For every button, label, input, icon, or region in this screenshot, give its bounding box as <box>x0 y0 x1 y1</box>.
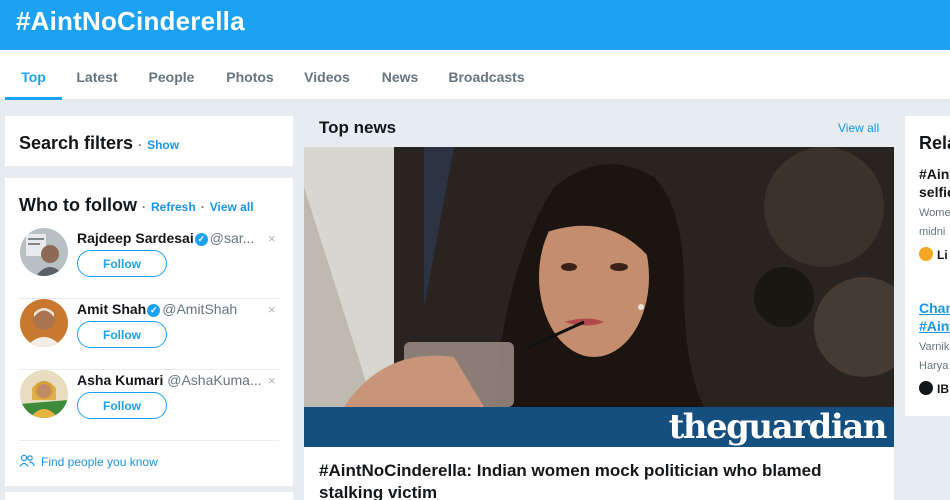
related-item-title[interactable]: #Aint <box>919 166 950 182</box>
related-item-text: Wome <box>919 207 950 219</box>
user-handle[interactable]: @AmitShah <box>162 301 237 317</box>
related-source-name: Li <box>937 248 948 262</box>
dismiss-icon[interactable]: × <box>268 373 276 388</box>
avatar[interactable] <box>20 370 68 418</box>
avatar[interactable] <box>20 299 68 347</box>
related-item-title[interactable]: Chan <box>919 300 950 316</box>
follow-button[interactable]: Follow <box>77 321 167 348</box>
news-headline[interactable]: #AintNoCinderella: Indian women mock pol… <box>319 460 879 500</box>
top-news-view-all-link[interactable]: View all <box>838 121 879 135</box>
search-tabs: Top Latest People Photos Videos News Bro… <box>0 50 950 100</box>
next-card <box>5 492 293 500</box>
top-news-card[interactable]: theguardian #AintNoCinderella: Indian wo… <box>304 147 894 500</box>
separator-dot: · <box>200 200 205 214</box>
tab-photos[interactable]: Photos <box>220 50 280 100</box>
avatar[interactable] <box>20 228 68 276</box>
related-item-title[interactable]: #Aint <box>919 318 950 334</box>
who-to-follow-title: Who to follow <box>19 195 137 215</box>
related-item-text: midni <box>919 226 946 238</box>
top-news-title: Top news <box>319 118 397 137</box>
user-name[interactable]: Rajdeep Sardesai <box>77 230 194 246</box>
divider <box>19 440 279 441</box>
user-name-line: Asha Kumari @AshaKuma... <box>77 372 262 388</box>
dismiss-icon[interactable]: × <box>268 231 276 246</box>
user-name-line: Rajdeep Sardesai ✓ @sar... <box>77 230 254 246</box>
people-icon <box>19 454 35 467</box>
tab-videos[interactable]: Videos <box>297 50 357 100</box>
related-card: Rela #Aint selfie Wome midni Li Chan #Ai… <box>905 116 950 416</box>
related-item-text: Harya <box>919 360 949 372</box>
source-logo-icon <box>919 247 933 261</box>
follow-button[interactable]: Follow <box>77 392 167 419</box>
follow-button[interactable]: Follow <box>77 250 167 277</box>
view-all-link[interactable]: View all <box>210 200 254 214</box>
source-logo-icon <box>919 381 933 395</box>
user-suggestion: Amit Shah ✓ @AmitShah × Follow <box>5 299 293 370</box>
user-suggestion: Rajdeep Sardesai ✓ @sar... × Follow <box>5 228 293 299</box>
show-filters-link[interactable]: Show <box>147 138 179 152</box>
news-image[interactable]: theguardian <box>304 147 894 447</box>
separator-dot: · <box>141 200 146 214</box>
refresh-link[interactable]: Refresh <box>151 200 196 214</box>
page-title: #AintNoCinderella <box>16 6 245 36</box>
find-people-label[interactable]: Find people you know <box>41 455 158 469</box>
tab-news[interactable]: News <box>374 50 426 100</box>
guardian-logo: theguardian <box>668 407 888 447</box>
related-title: Rela <box>919 133 950 153</box>
dismiss-icon[interactable]: × <box>268 302 276 317</box>
separator-dot: · <box>138 138 143 152</box>
related-item-text: Varnik <box>919 341 950 353</box>
user-handle[interactable]: @AshaKuma... <box>167 372 261 388</box>
verified-badge-icon: ✓ <box>194 233 208 246</box>
user-suggestion: Asha Kumari @AshaKuma... × Follow <box>5 370 293 441</box>
find-people-link[interactable]: Find people you know <box>19 454 158 469</box>
header-bar: #AintNoCinderella <box>0 0 950 50</box>
related-item-title[interactable]: selfie <box>919 184 950 200</box>
search-filters-heading: Search filters · Show <box>19 133 179 154</box>
user-name[interactable]: Asha Kumari <box>77 372 163 388</box>
user-name-line: Amit Shah ✓ @AmitShah <box>77 301 237 317</box>
news-photo <box>304 147 894 407</box>
tab-people[interactable]: People <box>140 50 203 100</box>
related-item-source: Li <box>919 247 948 262</box>
who-to-follow-card: Who to follow · Refresh · View all Rajde… <box>5 178 293 486</box>
guardian-watermark-band: theguardian <box>304 407 894 447</box>
who-to-follow-heading: Who to follow · Refresh · View all <box>19 195 254 216</box>
tab-top[interactable]: Top <box>5 50 62 100</box>
related-source-name: IB <box>937 382 949 396</box>
user-name[interactable]: Amit Shah <box>77 301 146 317</box>
tab-broadcasts[interactable]: Broadcasts <box>443 50 530 100</box>
search-filters-title: Search filters <box>19 133 134 153</box>
related-item-source: IB <box>919 381 949 396</box>
user-handle[interactable]: @sar... <box>210 230 255 246</box>
tab-latest[interactable]: Latest <box>70 50 124 100</box>
verified-badge-icon: ✓ <box>147 304 161 317</box>
search-filters-card: Search filters · Show <box>5 116 293 166</box>
